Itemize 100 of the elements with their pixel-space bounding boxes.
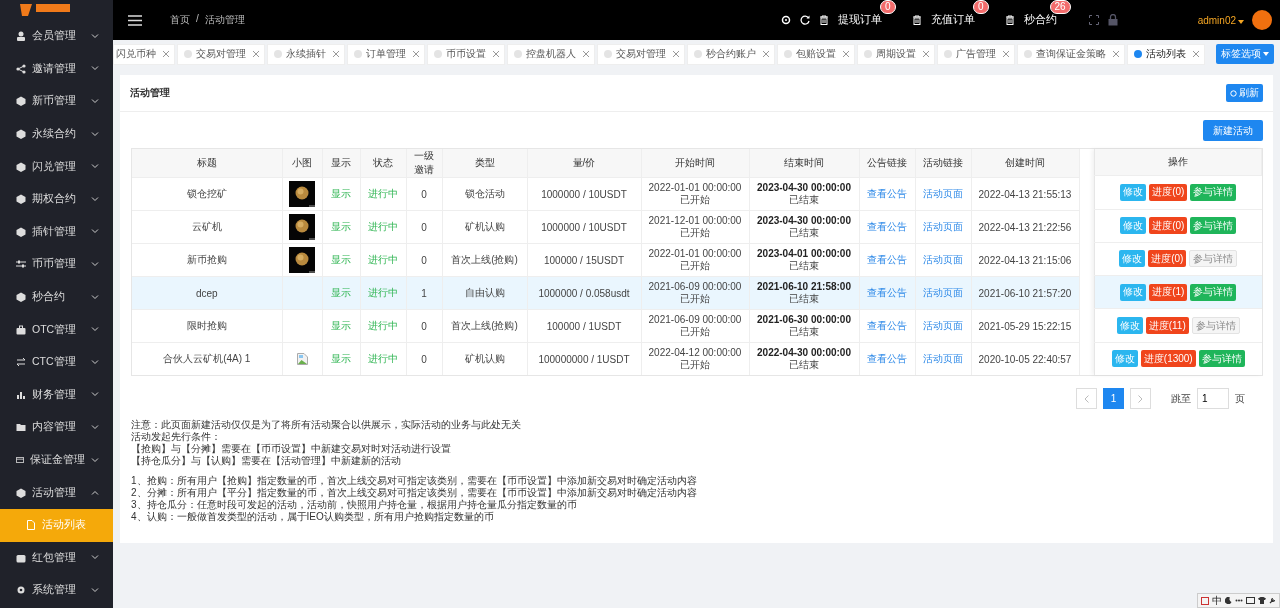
table-cell: 2022-04-30 00:00:00 已结束 <box>749 342 859 375</box>
tab[interactable]: 周期设置 <box>857 43 935 65</box>
close-icon[interactable] <box>413 51 419 57</box>
progress-button[interactable]: 进度(1300) <box>1140 350 1196 368</box>
progress-button[interactable]: 进度(0) <box>1149 217 1188 235</box>
tab[interactable]: 查询保证金策略 <box>1017 43 1125 65</box>
new-activity-button[interactable]: 新建活动 <box>1203 120 1263 141</box>
toolbar-link[interactable]: 提现订单 <box>837 13 886 27</box>
sidebar-item[interactable]: 会员管理 <box>0 20 113 53</box>
notice-link[interactable]: 查看公告 <box>867 254 907 265</box>
page-input[interactable]: 1 <box>1197 388 1229 409</box>
close-icon[interactable] <box>333 51 339 57</box>
tab[interactable]: 活动列表 <box>1127 43 1205 65</box>
tab[interactable]: 交易对管理 <box>597 43 685 65</box>
notice-link[interactable]: 查看公告 <box>867 188 907 199</box>
sliders-icon <box>16 259 26 270</box>
sidebar-item[interactable]: 系统管理 <box>0 574 113 607</box>
trash-icon[interactable] <box>818 15 829 25</box>
activity-page-link[interactable]: 活动页面 <box>923 353 963 364</box>
menu-icon[interactable] <box>128 14 142 26</box>
close-icon[interactable] <box>253 51 259 57</box>
breadcrumb-link[interactable]: 首页 <box>170 13 190 27</box>
tab[interactable]: 币币设置 <box>427 43 505 65</box>
column-header: 类型 <box>442 149 527 178</box>
user-menu[interactable]: admin02 <box>1197 14 1244 26</box>
table-cell: 云矿机 <box>132 210 282 244</box>
cube-icon <box>16 487 26 498</box>
close-icon[interactable] <box>673 51 679 57</box>
progress-button[interactable]: 进度(1) <box>1149 283 1188 301</box>
tab[interactable]: 闪兑币种 <box>113 43 175 65</box>
status-dot <box>434 50 442 58</box>
sidebar-item[interactable]: CTC管理 <box>0 345 113 379</box>
cube-icon <box>16 292 26 303</box>
activity-page-link[interactable]: 活动页面 <box>923 221 963 232</box>
refresh-button[interactable]: 刷新 <box>1226 84 1263 102</box>
cube-icon <box>16 226 26 237</box>
tab[interactable]: 控盘机器人 <box>507 43 595 65</box>
close-icon[interactable] <box>1113 51 1119 57</box>
trash-icon[interactable] <box>911 15 922 25</box>
close-icon[interactable] <box>1193 51 1199 57</box>
progress-button[interactable]: 进度(0) <box>1149 183 1188 201</box>
table-cell: 自由认购 <box>442 276 527 310</box>
toolbar-link[interactable]: 充值订单 <box>930 13 979 27</box>
activity-page-link[interactable]: 活动页面 <box>923 254 963 265</box>
tab[interactable]: 订单管理 <box>347 43 425 65</box>
trash-icon[interactable] <box>1004 15 1015 25</box>
sidebar-item[interactable]: 新币管理 <box>0 85 113 118</box>
sidebar-item[interactable]: 永续合约 <box>0 117 113 151</box>
progress-button[interactable]: 进度(0) <box>1148 250 1187 268</box>
table-cell: 2021-06-30 00:00:00 已结束 <box>749 309 859 343</box>
close-icon[interactable] <box>163 51 169 57</box>
activity-page-link[interactable]: 活动页面 <box>923 188 963 199</box>
toolbar-link[interactable]: 秒合约 <box>1023 13 1061 27</box>
lock-icon[interactable] <box>1107 14 1118 26</box>
close-icon[interactable] <box>493 51 499 57</box>
tab[interactable]: 秒合约账户 <box>687 43 775 65</box>
sidebar-item[interactable]: 秒合约 <box>0 280 113 314</box>
sidebar-item[interactable]: 保证金管理 <box>0 443 113 477</box>
progress-button[interactable]: 进度(11) <box>1145 317 1189 334</box>
active-dot <box>1134 50 1142 58</box>
sidebar-item[interactable]: 币币管理 <box>0 248 113 281</box>
sidebar-item[interactable]: 活动管理 <box>0 476 113 509</box>
notice-link[interactable]: 查看公告 <box>867 221 907 232</box>
close-icon[interactable] <box>763 51 769 57</box>
chevron-left-icon <box>1084 394 1089 403</box>
refresh-icon[interactable] <box>799 15 810 25</box>
sidebar-item[interactable]: 内容管理 <box>0 411 113 444</box>
sidebar-item[interactable]: 插针管理 <box>0 215 113 249</box>
activity-page-link[interactable]: 活动页面 <box>923 320 963 331</box>
notice-link[interactable]: 查看公告 <box>867 320 907 331</box>
table-cell: 矿机认购 <box>442 342 527 375</box>
sidebar-item[interactable]: 邀请管理 <box>0 52 113 86</box>
table-cell: 2021-05-29 15:22:15 <box>971 309 1079 343</box>
avatar[interactable] <box>1252 10 1272 30</box>
table-cell: 0 <box>406 309 442 343</box>
note-text: 【持仓瓜分】与【认购】需要在【活动管理】中新建新的活动 <box>131 455 402 467</box>
table-cell: 2021-06-10 21:58:00 已结束 <box>749 276 859 310</box>
column-header: 量/价 <box>527 149 641 178</box>
sidebar-item[interactable]: 财务管理 <box>0 378 113 412</box>
sidebar-item[interactable]: OTC管理 <box>0 313 113 346</box>
status-text: 显示 <box>322 177 360 211</box>
sidebar-item[interactable]: 闪兑管理 <box>0 150 113 183</box>
fullscreen-icon[interactable] <box>1088 15 1099 25</box>
close-icon[interactable] <box>1003 51 1009 57</box>
notice-link[interactable]: 查看公告 <box>867 353 907 364</box>
sidebar-item[interactable]: 红包管理 <box>0 541 113 575</box>
tab[interactable]: 永续插针 <box>267 43 345 65</box>
page-button[interactable]: 1 <box>1103 388 1124 409</box>
tab[interactable]: 交易对管理 <box>177 43 265 65</box>
tab-options-button[interactable]: 标签选项 <box>1216 44 1274 64</box>
tab[interactable]: 广告管理 <box>937 43 1015 65</box>
chevron-down-icon <box>91 66 99 72</box>
column-header: 一级邀请 <box>406 149 442 178</box>
table-cell: 2021-12-01 00:00:00 已开始 <box>641 210 749 244</box>
close-icon[interactable] <box>923 51 929 57</box>
chevron-down-icon <box>91 555 99 561</box>
tab[interactable]: 包赔设置 <box>777 43 855 65</box>
close-icon[interactable] <box>583 51 589 57</box>
sidebar-item[interactable]: 期权合约 <box>0 182 113 216</box>
close-icon[interactable] <box>843 51 849 57</box>
